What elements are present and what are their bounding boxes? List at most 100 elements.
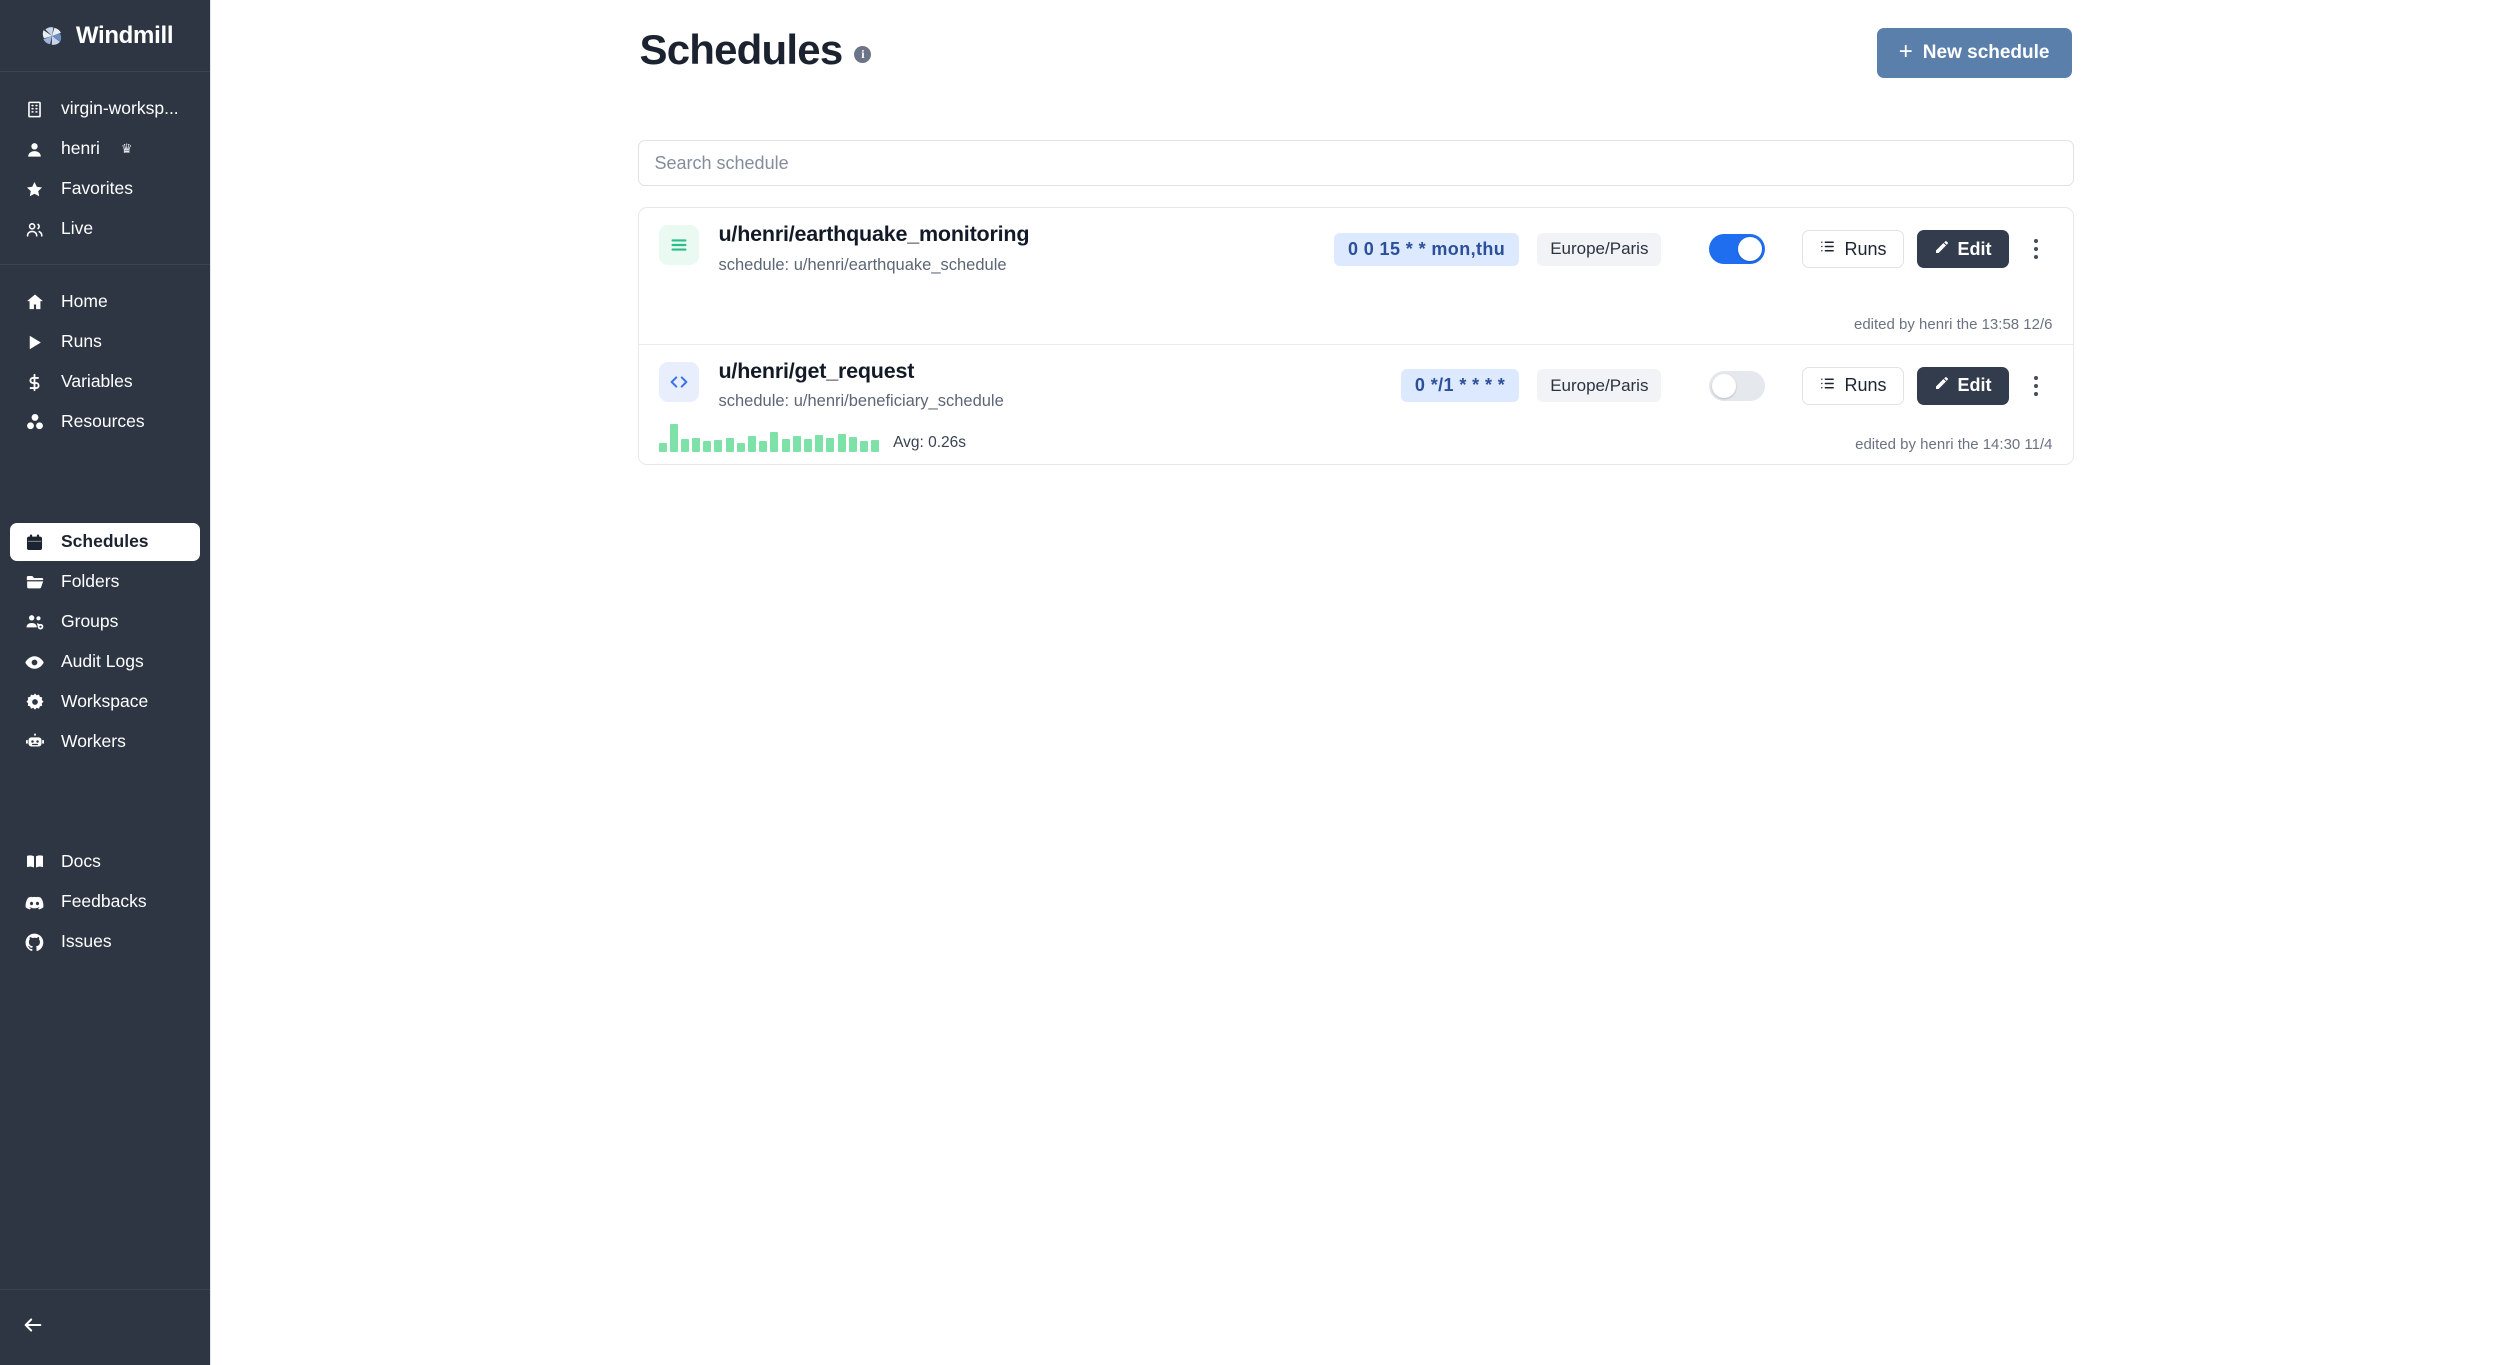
sidebar-item-workspace[interactable]: virgin-worksp... bbox=[10, 90, 200, 128]
content-container: Schedules i + New schedule Search schedu… bbox=[637, 0, 2074, 466]
enable-toggle[interactable] bbox=[1709, 370, 1766, 401]
sidebar-item-label: Favorites bbox=[61, 178, 133, 199]
page-header: Schedules i + New schedule bbox=[638, 16, 2074, 90]
new-schedule-label: New schedule bbox=[1922, 42, 2050, 63]
runs-label: Runs bbox=[1844, 238, 1887, 259]
row-names: u/henri/get_request schedule: u/henri/be… bbox=[719, 359, 1004, 413]
home-icon bbox=[24, 292, 45, 313]
app-root: Windmill virgin-worksp... henri ♛ Favori… bbox=[0, 0, 2500, 1365]
kebab-menu-icon[interactable] bbox=[2019, 367, 2053, 405]
sparkline-bar bbox=[871, 440, 880, 453]
sidebar-item-docs[interactable]: Docs bbox=[10, 843, 200, 881]
sparkline-bar bbox=[837, 433, 846, 453]
sidebar-item-groups[interactable]: Groups bbox=[10, 603, 200, 641]
edit-button[interactable]: Edit bbox=[1916, 230, 2009, 268]
list-icon bbox=[1819, 238, 1836, 260]
sparkline-bar bbox=[692, 438, 701, 453]
row-footer: Avg: 0.26s edited by henri the 14:30 11/… bbox=[658, 422, 2053, 453]
sparkline-bar bbox=[770, 431, 779, 453]
sparkline-bar bbox=[815, 435, 824, 453]
cron-badge: 0 0 15 * * mon,thu bbox=[1333, 232, 1520, 266]
row-controls: 0 */1 * * * * Europe/Paris Runs Edit bbox=[1400, 359, 2053, 405]
sidebar-item-label: Workspace bbox=[61, 691, 149, 712]
schedule-source: schedule: u/henri/earthquake_schedule bbox=[718, 255, 1007, 274]
row-main: u/henri/earthquake_monitoring schedule: … bbox=[658, 222, 2053, 276]
sidebar-item-live[interactable]: Live bbox=[10, 210, 200, 248]
timezone-badge: Europe/Paris bbox=[1537, 369, 1662, 403]
sidebar-item-variables[interactable]: Variables bbox=[10, 363, 200, 401]
sidebar-item-label: Live bbox=[61, 218, 94, 239]
sidebar-user-label: henri bbox=[61, 138, 100, 159]
sidebar-item-folders[interactable]: Folders bbox=[10, 563, 200, 601]
sparkline-bar bbox=[848, 437, 857, 453]
sparkline-bar bbox=[658, 442, 667, 453]
timezone-badge: Europe/Paris bbox=[1537, 232, 1662, 266]
sidebar-context-section: virgin-worksp... henri ♛ Favorites Live bbox=[0, 72, 210, 265]
schedule-path[interactable]: u/henri/earthquake_monitoring bbox=[719, 222, 1030, 248]
building-icon bbox=[24, 99, 45, 120]
sidebar-item-label: Groups bbox=[61, 611, 119, 632]
table-row[interactable]: u/henri/earthquake_monitoring schedule: … bbox=[639, 208, 2073, 344]
sidebar-item-home[interactable]: Home bbox=[10, 283, 200, 321]
windmill-logo-icon bbox=[37, 21, 67, 51]
gear-icon bbox=[24, 692, 45, 713]
star-icon bbox=[24, 179, 45, 200]
sidebar-item-runs[interactable]: Runs bbox=[10, 323, 200, 361]
folder-icon bbox=[24, 572, 45, 593]
calendar-icon bbox=[24, 532, 45, 553]
table-row[interactable]: u/henri/get_request schedule: u/henri/be… bbox=[638, 343, 2073, 465]
sidebar-item-workspace-settings[interactable]: Workspace bbox=[10, 683, 200, 721]
app-name: Windmill bbox=[75, 21, 174, 49]
sidebar: Windmill virgin-worksp... henri ♛ Favori… bbox=[0, 0, 211, 1365]
sidebar-item-workers[interactable]: Workers bbox=[10, 723, 200, 761]
play-icon bbox=[24, 332, 45, 353]
row-controls: 0 0 15 * * mon,thu Europe/Paris Runs Edi… bbox=[1333, 222, 2053, 268]
cron-badge: 0 */1 * * * * bbox=[1400, 369, 1520, 403]
row-main: u/henri/get_request schedule: u/henri/be… bbox=[658, 359, 2053, 413]
app-logo[interactable]: Windmill bbox=[0, 0, 210, 72]
edit-button[interactable]: Edit bbox=[1916, 366, 2009, 405]
sidebar-item-audit-logs[interactable]: Audit Logs bbox=[10, 643, 200, 681]
new-schedule-button[interactable]: + New schedule bbox=[1876, 28, 2072, 78]
sidebar-collapse-button[interactable] bbox=[0, 1289, 210, 1365]
edit-label: Edit bbox=[1957, 375, 1992, 396]
sidebar-item-label: Home bbox=[61, 291, 108, 312]
page-title: Schedules bbox=[639, 26, 844, 73]
edited-text: edited by henri the 13:58 12/6 bbox=[1854, 315, 2053, 333]
sparkline-bar bbox=[826, 438, 835, 453]
sidebar-footer-section: Docs Feedbacks Issues bbox=[0, 829, 210, 973]
sidebar-item-label: Feedbacks bbox=[61, 891, 147, 912]
runs-label: Runs bbox=[1844, 375, 1887, 396]
sidebar-item-resources[interactable]: Resources bbox=[10, 403, 200, 441]
info-icon[interactable]: i bbox=[854, 45, 872, 63]
schedule-source: schedule: u/henri/beneficiary_schedule bbox=[718, 392, 1004, 411]
sidebar-item-issues[interactable]: Issues bbox=[10, 923, 200, 961]
sparkline-bar bbox=[680, 439, 689, 453]
runs-sparkline-chart[interactable] bbox=[658, 422, 880, 453]
sidebar-item-user[interactable]: henri ♛ bbox=[10, 130, 200, 168]
search-input[interactable] bbox=[637, 140, 2074, 186]
sidebar-gap-2 bbox=[0, 773, 210, 829]
sidebar-main-section: Home Runs Variables Resources bbox=[0, 265, 210, 453]
sidebar-item-feedbacks[interactable]: Feedbacks bbox=[10, 883, 200, 921]
sparkline-bar bbox=[803, 439, 812, 453]
kebab-menu-icon[interactable] bbox=[2019, 230, 2053, 268]
sparkline-bar bbox=[736, 442, 745, 453]
runs-sparkline-group: Avg: 0.26s bbox=[658, 422, 966, 453]
sidebar-item-schedules[interactable]: Schedules bbox=[10, 523, 200, 561]
sidebar-item-label: Runs bbox=[61, 331, 102, 352]
runs-button[interactable]: Runs bbox=[1802, 366, 1904, 405]
schedule-path[interactable]: u/henri/get_request bbox=[719, 359, 1004, 385]
sidebar-item-favorites[interactable]: Favorites bbox=[10, 170, 200, 208]
sparkline-bar bbox=[781, 439, 790, 453]
page-title-group: Schedules i bbox=[640, 16, 872, 74]
pencil-icon bbox=[1934, 239, 1950, 260]
sparkline-bar bbox=[725, 438, 734, 453]
list-icon bbox=[1819, 375, 1836, 397]
enable-toggle[interactable] bbox=[1709, 234, 1766, 264]
dollar-icon bbox=[24, 372, 45, 393]
runs-button[interactable]: Runs bbox=[1802, 230, 1904, 268]
sparkline-bar bbox=[748, 436, 756, 453]
sparkline-bar bbox=[669, 424, 678, 453]
